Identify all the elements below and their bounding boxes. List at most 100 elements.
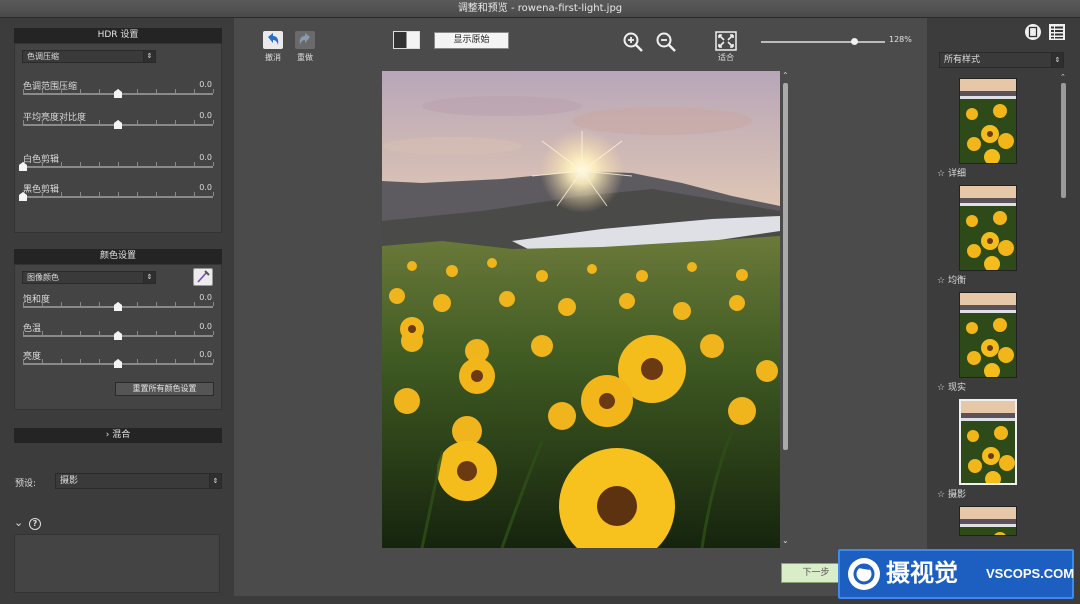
fit-button[interactable]: 适合 [712, 31, 740, 63]
tick-mark [156, 89, 157, 93]
tick-mark [137, 192, 138, 196]
hdr-slider-thumb[interactable] [114, 120, 122, 129]
hdr-slider-thumb[interactable] [114, 89, 122, 98]
tick-mark [213, 192, 214, 196]
tick-mark [137, 89, 138, 93]
tick-mark [61, 331, 62, 335]
tick-mark [99, 359, 100, 363]
help-icon[interactable]: ? [29, 518, 41, 530]
tick-mark [213, 359, 214, 363]
tick-mark [175, 89, 176, 93]
undo-button[interactable]: 撤消 [262, 30, 284, 63]
watermark-brand: 摄视觉 [886, 559, 958, 587]
tick-mark [99, 192, 100, 196]
style-item[interactable]: ☆ 摄影 [937, 487, 966, 500]
collapse-chevron-icon[interactable]: ⌄ [14, 517, 23, 529]
style-item[interactable]: ☆ 详细 [937, 166, 966, 179]
favorite-star-icon[interactable]: ☆ [937, 276, 948, 286]
tick-mark [61, 120, 62, 124]
tick-mark [137, 331, 138, 335]
preset-label: 预设: [15, 479, 37, 489]
tick-mark [42, 302, 43, 306]
hdr-slider-value: 0.0 [199, 183, 212, 192]
zoom-thumb[interactable] [851, 38, 858, 45]
color-slider-thumb[interactable] [114, 331, 122, 340]
tick-mark [137, 162, 138, 166]
tick-mark [175, 302, 176, 306]
color-mode-select[interactable]: 图像颜色 ⇕ [22, 271, 156, 284]
tick-mark [80, 331, 81, 335]
tick-mark [156, 359, 157, 363]
tick-mark [80, 162, 81, 166]
hdr-slider-track[interactable] [23, 166, 213, 168]
style-filter-select[interactable]: 所有样式 ⇕ [939, 52, 1064, 68]
redo-button[interactable]: 重做 [294, 30, 316, 63]
tick-mark [23, 359, 24, 363]
styles-scrollbar[interactable]: ⌃ [1060, 73, 1067, 568]
tick-mark [213, 331, 214, 335]
style-item[interactable]: ☆ 现实 [937, 380, 966, 393]
camera-logo-icon [848, 558, 880, 590]
landscape-photo [382, 71, 780, 548]
style-thumbnail[interactable] [959, 185, 1017, 271]
list-view-button[interactable] [1048, 23, 1066, 45]
tick-mark [42, 89, 43, 93]
undo-label: 撤消 [265, 53, 281, 62]
show-original-button[interactable]: 显示原始 [434, 32, 509, 49]
zoom-track [761, 41, 885, 43]
watermark-site: VSCOPS.COM [986, 566, 1075, 581]
hdr-slider-thumb[interactable] [19, 192, 27, 201]
styles-scroll-up-icon[interactable]: ⌃ [1060, 73, 1066, 81]
style-thumbnail[interactable] [959, 292, 1017, 378]
hdr-slider-track[interactable] [23, 196, 213, 198]
style-thumbnail[interactable] [959, 78, 1017, 164]
hdr-slider-thumb[interactable] [19, 162, 27, 171]
scroll-down-arrow-icon[interactable]: ⌄ [782, 536, 789, 545]
tick-mark [61, 192, 62, 196]
tick-mark [194, 192, 195, 196]
preset-select[interactable]: 摄影 ⇕ [55, 473, 222, 489]
reset-color-button[interactable]: 重置所有颜色设置 [115, 382, 214, 396]
scroll-thumb[interactable] [783, 83, 788, 450]
tick-mark [137, 120, 138, 124]
single-view-button[interactable] [1024, 23, 1042, 45]
tick-mark [156, 192, 157, 196]
hdr-settings-panel [14, 43, 222, 233]
tick-mark [213, 302, 214, 306]
favorite-star-icon[interactable]: ☆ [937, 383, 948, 393]
blend-header[interactable]: › 混合 [14, 428, 222, 443]
style-thumbnail[interactable] [959, 399, 1017, 485]
tick-mark [23, 302, 24, 306]
favorite-star-icon[interactable]: ☆ [937, 169, 948, 179]
tick-mark [99, 162, 100, 166]
tick-mark [42, 359, 43, 363]
tick-mark [61, 162, 62, 166]
eyedropper-button[interactable] [193, 268, 213, 286]
color-slider-thumb[interactable] [114, 302, 122, 311]
list-view-icon [1049, 24, 1065, 40]
styles-scroll-thumb[interactable] [1061, 83, 1066, 198]
preview-image[interactable] [382, 71, 780, 548]
scroll-up-arrow-icon[interactable]: ⌃ [782, 71, 789, 80]
tick-mark [156, 120, 157, 124]
color-settings-header: 颜色设置 [14, 249, 222, 264]
dropdown-arrow-icon: ⇕ [209, 474, 221, 488]
style-label: 均衡 [947, 276, 966, 286]
hdr-slider-ticks [23, 192, 214, 196]
tick-mark [42, 120, 43, 124]
zoom-slider[interactable] [761, 38, 885, 48]
tick-mark [118, 162, 119, 166]
preview-scrollbar[interactable]: ⌃ ⌄ [780, 71, 792, 548]
style-thumbnail[interactable] [959, 506, 1017, 536]
style-item[interactable]: ☆ 均衡 [937, 273, 966, 286]
zoom-out-button[interactable] [655, 31, 677, 57]
compare-toggle-icon[interactable] [393, 31, 420, 49]
tick-mark [175, 120, 176, 124]
zoom-in-button[interactable] [622, 31, 644, 57]
color-slider-thumb[interactable] [114, 359, 122, 368]
favorite-star-icon[interactable]: ☆ [937, 490, 948, 500]
single-view-icon [1025, 24, 1041, 40]
dropdown-arrow-icon: ⇕ [143, 272, 155, 283]
tick-mark [61, 302, 62, 306]
tone-mode-select[interactable]: 色调压缩 ⇕ [22, 50, 156, 63]
